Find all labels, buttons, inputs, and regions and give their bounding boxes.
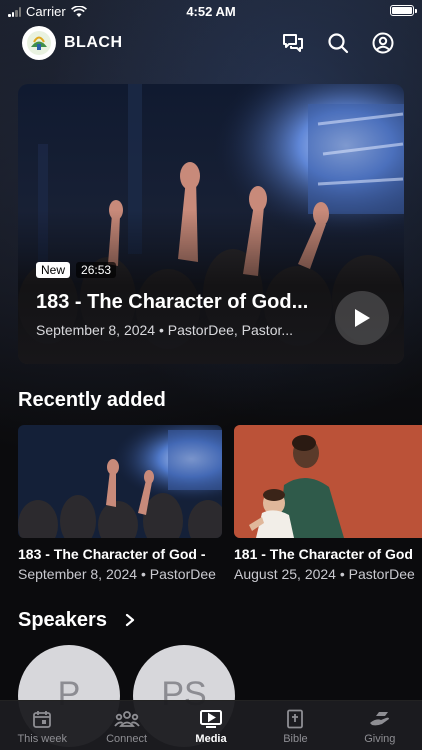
status-bar: Carrier 4:52 AM [0,0,422,22]
account-icon[interactable] [370,30,396,56]
featured-meta: September 8, 2024 • PastorDee, Pastor... [36,322,294,338]
search-icon[interactable] [325,30,351,56]
card-title: 183 - The Character of God - [18,546,206,562]
bible-icon [287,709,304,729]
status-time: 4:52 AM [186,4,236,19]
tab-label: Media [195,733,227,745]
battery-icon [390,5,417,16]
recent-sermon-card[interactable]: 183 - The Character of God - September 8… [18,425,222,582]
featured-title: 183 - The Character of God... [36,291,309,313]
card-meta: August 25, 2024 • PastorDee [234,566,415,582]
card-meta: September 8, 2024 • PastorDee [18,566,216,582]
app-header: BLACH [0,26,422,62]
tab-bible[interactable]: Bible [253,701,337,750]
play-button[interactable] [335,291,389,345]
tab-connect[interactable]: Connect [84,701,168,750]
tab-this-week[interactable]: This week [0,701,84,750]
app-title: BLACH [64,34,123,51]
duration-badge: 26:53 [76,262,117,278]
card-title: 181 - The Character of God [234,546,413,562]
play-icon [355,309,370,327]
tab-giving[interactable]: Giving [338,701,422,750]
logo-emblem-icon [27,31,51,55]
tab-bar: This week Connect Media Bible Giving [0,700,422,750]
recent-sermon-card[interactable]: 181 - The Character of God August 25, 20… [234,425,422,582]
new-badge: New [36,262,71,278]
tab-label: This week [17,733,67,745]
tab-label: Giving [364,733,396,745]
sermon-thumbnail [234,425,422,538]
chat-icon[interactable] [280,30,306,56]
calendar-icon [33,711,52,728]
people-icon [113,711,140,727]
tab-label: Connect [106,733,148,745]
media-play-icon [200,710,223,728]
chevron-right-icon[interactable] [122,611,138,629]
tab-label: Bible [283,733,308,745]
sermon-thumbnail [18,425,222,538]
church-logo[interactable] [22,26,56,60]
tab-media[interactable]: Media [169,701,253,750]
speakers-heading: Speakers [18,609,107,631]
recently-added-heading: Recently added [18,389,166,411]
giving-hand-icon [369,712,389,726]
featured-sermon-card[interactable]: New 26:53 183 - The Character of God... … [18,84,404,364]
